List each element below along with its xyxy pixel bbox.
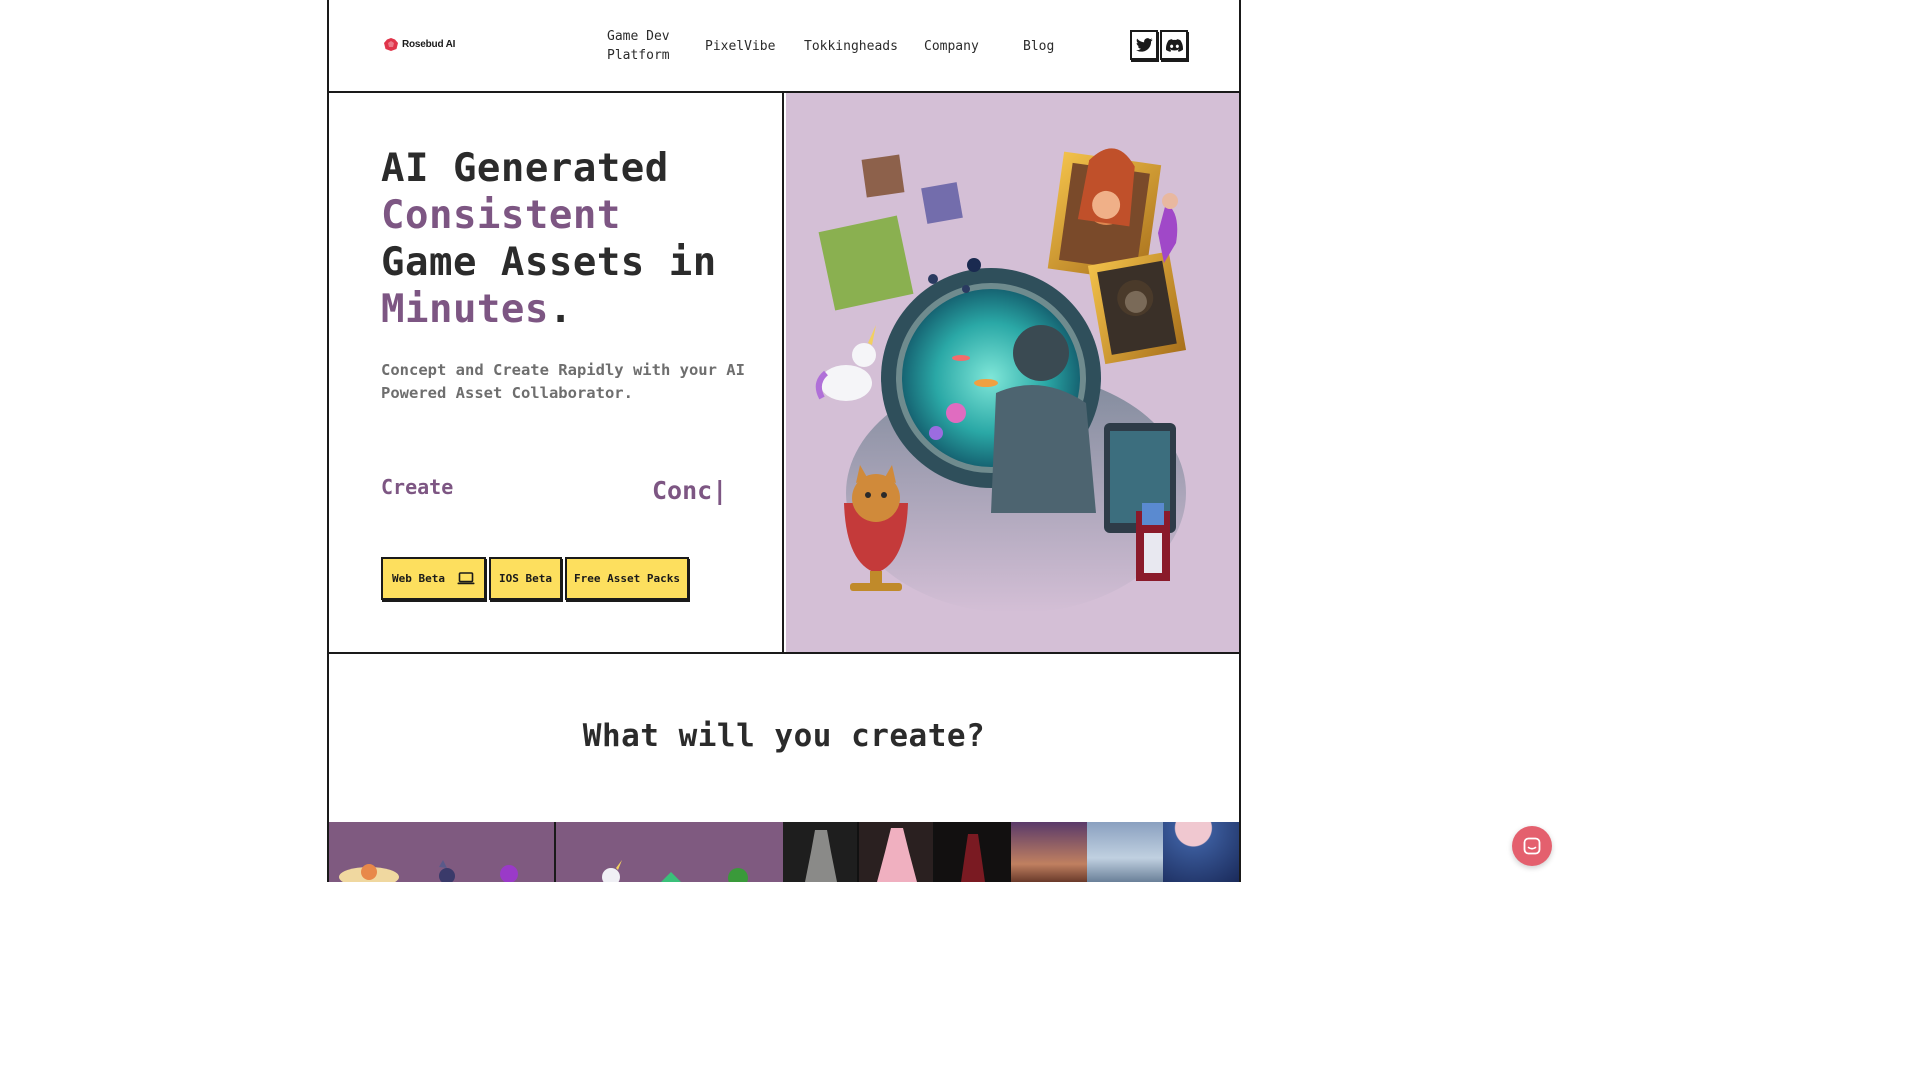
pink-dress-image [877, 828, 917, 882]
nav-item-pixelvibe[interactable]: PixelVibe [705, 37, 775, 56]
web-beta-label: Web Beta [392, 572, 445, 585]
ios-beta-button[interactable]: IOS Beta [489, 557, 562, 600]
free-asset-packs-label: Free Asset Packs [574, 572, 680, 585]
section-title: What will you create? [582, 718, 986, 754]
hero-text-panel: AI Generated Consistent Game Assets in M… [329, 93, 784, 652]
headline-line-3: Game Assets in [381, 240, 717, 285]
asset-gallery-strip [329, 822, 1239, 882]
gallery-tile-landscape-ice[interactable] [1087, 822, 1163, 882]
gallery-tile-dress-pink[interactable] [859, 822, 935, 882]
headline-accent-minutes: Minutes [381, 287, 549, 332]
twitter-icon [1135, 38, 1153, 52]
hero-bottom-divider [329, 652, 1239, 654]
gallery-tile-dress-grey[interactable] [783, 822, 859, 882]
red-dress-image [961, 834, 985, 882]
nav-item-tokkingheads[interactable]: Tokkingheads [804, 37, 898, 56]
headline-period: . [548, 287, 573, 332]
gallery-tile-dress-red[interactable] [935, 822, 1011, 882]
headline-line-1: AI Generated [381, 146, 669, 191]
hero-collage-image [815, 148, 1187, 613]
chat-icon [1523, 837, 1541, 855]
hero-artwork-panel [786, 93, 1239, 652]
logo[interactable]: Rosebud AI [383, 37, 455, 52]
discord-icon [1165, 38, 1183, 52]
ios-beta-label: IOS Beta [499, 572, 552, 585]
gallery-tile-landscape-sunset[interactable] [1011, 822, 1087, 882]
character-sprites-image [339, 860, 518, 882]
page-frame: Rosebud AI Game Dev Platform PixelVibe T… [327, 0, 1241, 882]
chat-launcher-button[interactable] [1512, 826, 1552, 866]
logo-text: Rosebud AI [402, 39, 456, 50]
laptop-icon [457, 572, 475, 585]
gallery-tile-characters[interactable] [329, 822, 556, 882]
site-header: Rosebud AI Game Dev Platform PixelVibe T… [329, 0, 1239, 93]
free-asset-packs-button[interactable]: Free Asset Packs [565, 557, 689, 600]
gallery-tile-landscape-moon[interactable] [1163, 822, 1239, 882]
headline-accent-consistent: Consistent [381, 193, 621, 238]
creature-sprites-image [602, 860, 748, 882]
web-beta-button[interactable]: Web Beta [381, 557, 486, 600]
nav-item-game-dev-platform[interactable]: Game Dev Platform [607, 27, 687, 65]
hero-headline: AI Generated Consistent Game Assets in M… [381, 145, 771, 333]
nav-item-blog[interactable]: Blog [1023, 37, 1054, 56]
twitter-button[interactable] [1130, 30, 1158, 60]
typewriter-right: Conc| [652, 476, 728, 505]
typewriter-left: Create [381, 475, 454, 499]
hero-subtitle: Concept and Create Rapidly with your AI … [381, 361, 745, 402]
nav-item-company[interactable]: Company [924, 37, 979, 56]
gallery-tile-creatures[interactable] [556, 822, 783, 882]
discord-button[interactable] [1160, 30, 1188, 60]
grey-dress-image [805, 830, 837, 882]
rosebud-logo-icon [384, 38, 398, 51]
